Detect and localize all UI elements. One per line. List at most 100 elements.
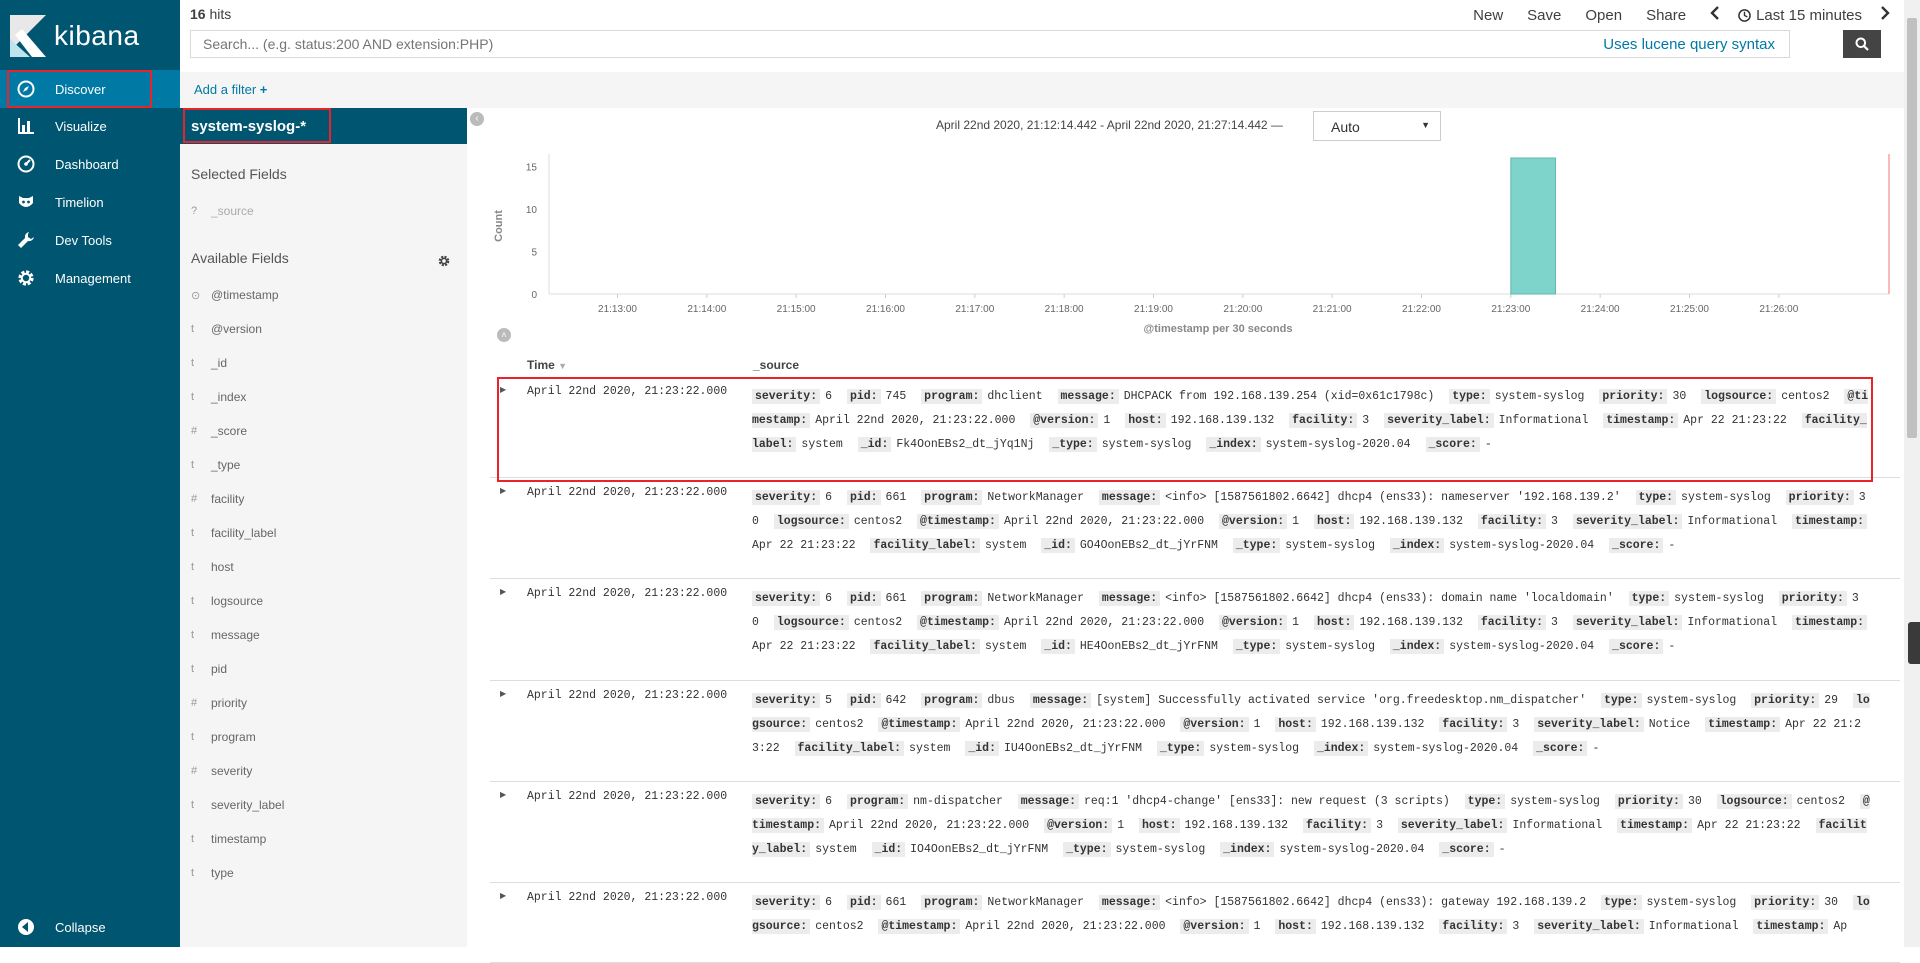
nav-item-management[interactable]: Management: [0, 259, 180, 297]
wrench-icon: [16, 230, 36, 250]
x-tick-label: 21:22:00: [1402, 304, 1441, 315]
field-item-pid[interactable]: t pid: [191, 662, 227, 676]
source-field-value: req:1 'dhcp4-change' [ens33]: new reques…: [1084, 795, 1450, 808]
field-item-program[interactable]: t program: [191, 730, 256, 744]
source-field-key: timestamp:: [1792, 514, 1868, 529]
table-row[interactable]: ▶ April 22nd 2020, 21:23:22.000 severity: 6…: [490, 579, 1900, 681]
expand-row-icon[interactable]: ▶: [500, 486, 506, 496]
source-field-value: 6: [825, 896, 833, 909]
nav-item-dev-tools[interactable]: Dev Tools: [0, 221, 180, 259]
field-name: severity: [211, 764, 253, 778]
nav-item-label: Timelion: [55, 194, 104, 210]
source-field-key: _type:: [1232, 538, 1281, 553]
save-button[interactable]: Save: [1527, 7, 1561, 24]
source-field-value: 3: [1362, 414, 1370, 427]
expand-row-icon[interactable]: ▶: [500, 385, 506, 395]
field-item-priority[interactable]: # priority: [191, 696, 247, 710]
source-field-value: -: [1484, 438, 1492, 451]
field-name: facility_label: [211, 526, 277, 540]
table-row[interactable]: ▶ April 22nd 2020, 21:23:22.000 severity: 6…: [490, 883, 1900, 963]
field-type-icon: t: [191, 663, 195, 675]
selected-field-item[interactable]: ? _source: [191, 204, 254, 218]
time-column-header[interactable]: Time ▼: [527, 358, 567, 372]
top-menu: New Save Open Share Last 15 minutes: [1473, 0, 1920, 30]
nav-item-timelion[interactable]: Timelion: [0, 183, 180, 221]
table-row[interactable]: ▶ April 22nd 2020, 21:23:22.000 severity: 6…: [490, 377, 1900, 478]
time-picker-button[interactable]: Last 15 minutes: [1738, 7, 1862, 24]
chart-collapse-button[interactable]: ˄: [497, 328, 511, 342]
open-button[interactable]: Open: [1585, 7, 1622, 24]
field-item-host[interactable]: t host: [191, 560, 234, 574]
expand-row-icon[interactable]: ▶: [500, 790, 506, 800]
row-source: severity: 6 pid: 745 program: dhclient mess…: [752, 385, 1872, 457]
field-item-version[interactable]: t @version: [191, 322, 262, 336]
field-item-id[interactable]: t _id: [191, 356, 227, 370]
field-item-timestamp[interactable]: ⊙ @timestamp: [191, 288, 279, 302]
side-panel-handle[interactable]: [1908, 622, 1920, 664]
table-row[interactable]: ▶ April 22nd 2020, 21:23:22.000 severity: 5…: [490, 681, 1900, 782]
source-field-value: 29: [1824, 694, 1839, 707]
source-column-header: _source: [753, 358, 800, 372]
field-item-type[interactable]: t _type: [191, 458, 240, 472]
source-field-value: Apr 22 21:23:22: [1697, 819, 1801, 832]
field-type-icon: t: [191, 561, 195, 573]
source-field-key: pid:: [846, 895, 881, 910]
source-field-key: type:: [1601, 693, 1642, 708]
table-row[interactable]: ▶ April 22nd 2020, 21:23:22.000 severity: 6…: [490, 478, 1900, 579]
source-field-key: priority:: [1614, 794, 1683, 809]
time-back-button[interactable]: [1710, 6, 1720, 24]
expand-row-icon[interactable]: ▶: [500, 587, 506, 597]
search-input[interactable]: [191, 31, 1604, 57]
sidebar-collapse-button[interactable]: ‹: [470, 112, 484, 126]
interval-select[interactable]: Auto ▼: [1313, 111, 1441, 141]
field-item-severity-label[interactable]: t severity_label: [191, 798, 284, 812]
field-item-score[interactable]: # _score: [191, 424, 247, 438]
x-tick-label: 21:14:00: [687, 304, 726, 315]
kibana-logo-icon: [10, 15, 46, 57]
dashboard-gauge-icon: [16, 154, 36, 174]
field-name: priority: [211, 696, 248, 710]
field-item-index[interactable]: t _index: [191, 390, 246, 404]
search-submit-button[interactable]: [1843, 30, 1881, 58]
lucene-syntax-link[interactable]: Uses lucene query syntax: [1603, 36, 1775, 53]
source-field-value: 6: [825, 592, 833, 605]
source-field-value: April 22nd 2020, 21:23:22.000: [965, 718, 1166, 731]
add-filter-button[interactable]: Add a filter +: [194, 82, 267, 97]
field-item-type[interactable]: t type: [191, 866, 234, 880]
nav-item-dashboard[interactable]: Dashboard: [0, 145, 180, 183]
field-type-icon: t: [191, 867, 195, 879]
source-field-key: program:: [921, 591, 983, 606]
new-button[interactable]: New: [1473, 7, 1503, 24]
source-field-value: 192.168.139.132: [1184, 819, 1289, 832]
collapse-nav-button[interactable]: Collapse: [0, 908, 180, 946]
field-item-logsource[interactable]: t logsource: [191, 594, 263, 608]
field-type-icon: t: [191, 323, 195, 335]
source-field-value: 1: [1253, 920, 1261, 933]
field-item-message[interactable]: t message: [191, 628, 260, 642]
time-forward-button[interactable]: [1880, 6, 1890, 24]
table-row[interactable]: ▶ April 22nd 2020, 21:23:22.000 severity: 6…: [490, 782, 1900, 883]
nav-item-discover[interactable]: Discover: [0, 70, 180, 108]
nav-item-visualize[interactable]: Visualize: [0, 107, 180, 145]
expand-row-icon[interactable]: ▶: [500, 689, 506, 699]
field-item-severity[interactable]: # severity: [191, 764, 252, 778]
field-item-facility-label[interactable]: t facility_label: [191, 526, 276, 540]
expand-row-icon[interactable]: ▶: [500, 891, 506, 901]
field-settings-gear-icon[interactable]: [438, 254, 450, 272]
source-field-key: program:: [921, 389, 983, 404]
source-field-key: _type:: [1049, 437, 1097, 452]
hits-number: 16: [190, 6, 206, 22]
page-scrollbar[interactable]: [1904, 0, 1920, 947]
field-item-timestamp[interactable]: t timestamp: [191, 832, 266, 846]
scrollbar-thumb[interactable]: [1907, 18, 1917, 438]
nav-item-label: Visualize: [55, 118, 107, 134]
time-column-label: Time: [527, 358, 555, 372]
index-pattern-selector[interactable]: system-syslog-*: [180, 108, 467, 144]
gear-icon: [16, 268, 36, 288]
kibana-logo[interactable]: kibana: [10, 14, 140, 58]
selected-fields-heading: Selected Fields: [191, 166, 287, 182]
source-field-key: priority:: [1785, 490, 1854, 505]
field-item-facility[interactable]: # facility: [191, 492, 244, 506]
share-button[interactable]: Share: [1646, 7, 1686, 24]
search-icon: [1855, 37, 1869, 51]
